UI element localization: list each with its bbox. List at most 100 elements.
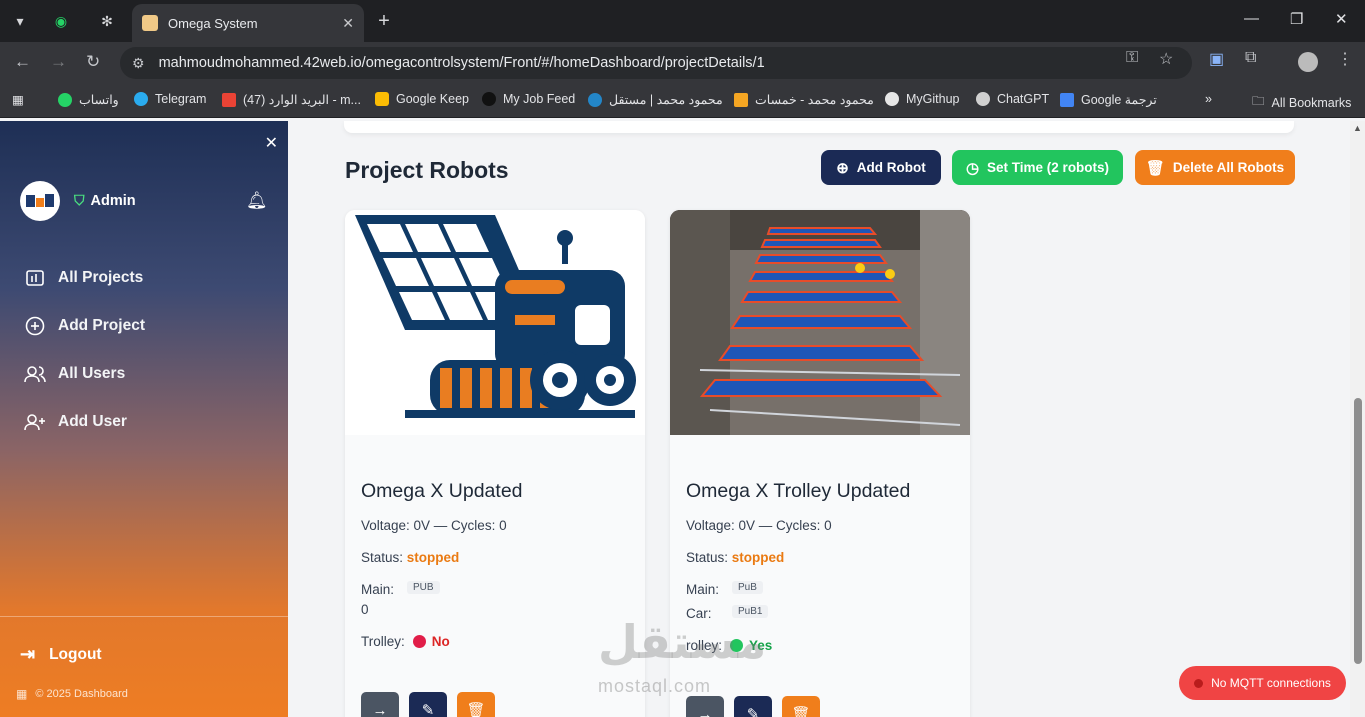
main-content: Project Robots ⊕ Add Robot ◷ Set Time (2 r… <box>288 121 1350 717</box>
robot-name: Omega X Updated <box>361 480 523 502</box>
open-robot-button[interactable]: → <box>361 692 399 717</box>
top-card-edge <box>344 121 1294 133</box>
bookmark-google-keep[interactable]: Google Keep <box>375 92 469 106</box>
shield-check-icon: ⛉ <box>74 192 85 208</box>
sidebar-item-all-projects[interactable]: All Projects <box>24 267 143 289</box>
status-row: Status: stopped <box>686 550 785 565</box>
sidebar-item-add-user[interactable]: Add User <box>24 411 127 433</box>
scrollbar-thumb[interactable] <box>1354 398 1362 664</box>
voltage-cycles: Voltage: 0V — Cycles: 0 <box>361 518 507 533</box>
folder-icon: 🗀 <box>1252 94 1265 108</box>
main-topic-chip: PuB <box>732 581 763 594</box>
admin-avatar <box>20 181 60 221</box>
bookmarks-overflow-icon[interactable]: » <box>1205 92 1212 106</box>
sidebar-item-all-users[interactable]: All Users <box>24 363 125 385</box>
minimize-icon[interactable]: — <box>1244 10 1259 27</box>
site-settings-icon[interactable]: ⚙ <box>132 55 145 72</box>
extension-translate-icon[interactable]: ▣ <box>1209 49 1224 69</box>
tab-close-icon[interactable]: ✕ <box>342 15 354 32</box>
pencil-icon: ✎ <box>746 706 760 717</box>
bookmark-khamsat[interactable]: محمود محمد - خمسات <box>734 92 874 107</box>
robot-image <box>670 210 970 435</box>
password-key-icon[interactable]: ⚿ <box>1126 49 1138 67</box>
status-row: Status: stopped <box>361 550 460 565</box>
sidebar-item-add-project[interactable]: Add Project <box>24 315 145 337</box>
bookmarks-bar: ▦ واتساب Telegram البريد الوارد (47) - m… <box>0 84 1365 118</box>
profile-avatar[interactable] <box>1298 52 1318 72</box>
whatsapp-icon <box>58 92 72 107</box>
bell-icon[interactable]: 🔔︎ <box>246 191 268 211</box>
main-label: Main: <box>361 582 395 597</box>
apps-grid-icon[interactable]: ▦ <box>12 92 24 107</box>
upwork-icon <box>482 92 496 106</box>
factory-trolley-photo <box>670 210 970 435</box>
trash-icon: 🗑︎ <box>466 702 486 717</box>
delete-all-robots-button[interactable]: 🗑︎ Delete All Robots <box>1135 150 1295 185</box>
trash-icon: 🗑︎ <box>1145 159 1165 177</box>
tab-search-chevron-icon[interactable]: ▾ <box>7 8 33 34</box>
address-bar[interactable]: ⚙ mahmoudmohammed.42web.io/omegacontrols… <box>120 47 1192 79</box>
forward-arrow-icon[interactable]: → <box>50 52 67 72</box>
edit-robot-button[interactable]: ✎ <box>734 696 772 717</box>
chatgpt-icon <box>976 92 990 106</box>
bookmark-star-icon[interactable]: ☆ <box>1159 49 1173 69</box>
solar-robot-illustration <box>355 215 636 418</box>
github-icon <box>885 92 899 106</box>
watermark-url: mostaql.com <box>598 676 712 696</box>
extensions-puzzle-icon[interactable]: ⧉ <box>1245 49 1256 67</box>
delete-robot-button[interactable]: 🗑︎ <box>457 692 495 717</box>
new-tab-plus-icon[interactable]: + <box>371 8 397 34</box>
sidebar-close-icon[interactable]: ✕ <box>265 133 278 153</box>
chatgpt-pinned-tab-icon[interactable]: ✻ <box>94 8 120 34</box>
logout-button[interactable]: ⇥ Logout <box>20 644 102 665</box>
trash-icon: 🗑︎ <box>791 706 811 717</box>
open-robot-button[interactable]: → <box>686 696 724 717</box>
bookmark-chatgpt[interactable]: ChatGPT <box>976 92 1049 106</box>
all-bookmarks-folder[interactable]: 🗀 All Bookmarks <box>1252 92 1351 113</box>
user-plus-icon <box>24 411 46 433</box>
arrow-right-icon: → <box>372 701 388 717</box>
robot-image <box>345 210 645 435</box>
translate-icon <box>1060 92 1074 107</box>
plus-circle-icon: ⊕ <box>836 159 849 177</box>
scroll-up-arrow-icon[interactable]: ▲ <box>1353 123 1362 133</box>
grid-icon: ▦ <box>16 687 28 701</box>
trolley-value: No <box>431 634 450 649</box>
whatsapp-pinned-tab-icon[interactable]: ◉ <box>48 8 74 34</box>
main-topic-chip: PUB <box>407 581 440 594</box>
page-title: Project Robots <box>345 157 509 183</box>
arrow-right-icon: → <box>697 705 713 717</box>
tab-omega-system[interactable]: Omega System ✕ <box>132 4 364 42</box>
khamsat-icon <box>734 92 748 107</box>
bookmark-whatsapp[interactable]: واتساب <box>58 92 119 107</box>
bookmark-telegram[interactable]: Telegram <box>134 92 206 106</box>
main-label: Main: <box>686 582 720 597</box>
trolley-row: Trolley: No <box>361 634 450 649</box>
bookmark-job-feed[interactable]: My Job Feed <box>482 92 575 106</box>
bookmark-github[interactable]: MyGithup <box>885 92 960 106</box>
mqtt-status-dot-icon <box>1194 678 1204 688</box>
window-close-icon[interactable]: ✕ <box>1335 10 1348 28</box>
voltage-cycles: Voltage: 0V — Cycles: 0 <box>686 518 832 533</box>
omega-favicon-icon <box>142 15 158 31</box>
gmail-icon <box>222 92 236 107</box>
red-status-dot-icon <box>412 635 426 648</box>
browser-toolbar: ← → ↻ ⚙ mahmoudmohammed.42web.io/omegaco… <box>0 42 1365 84</box>
delete-robot-button[interactable]: 🗑︎ <box>782 696 820 717</box>
restore-icon[interactable]: ❐ <box>1290 10 1303 28</box>
plus-circle-icon <box>24 315 46 337</box>
bookmark-google-translate[interactable]: Google ترجمة <box>1060 92 1157 107</box>
omega-logo-icon <box>26 194 54 207</box>
edit-robot-button[interactable]: ✎ <box>409 692 447 717</box>
page-scrollbar[interactable]: ▲ <box>1350 121 1365 717</box>
bookmark-mostaql[interactable]: محمود محمد | مستقل <box>588 92 723 107</box>
more-menu-icon[interactable]: ⋮ <box>1337 49 1353 69</box>
back-arrow-icon[interactable]: ← <box>14 52 31 72</box>
mqtt-status-toast[interactable]: No MQTT connections <box>1179 666 1346 700</box>
mostaql-icon <box>588 92 602 107</box>
robot-name: Omega X Trolley Updated <box>686 480 911 502</box>
bookmark-gmail[interactable]: البريد الوارد (47) - m... <box>222 92 361 107</box>
add-robot-button[interactable]: ⊕ Add Robot <box>821 150 941 185</box>
set-time-button[interactable]: ◷ Set Time (2 robots) <box>952 150 1123 185</box>
reload-icon[interactable]: ↻ <box>86 52 100 72</box>
